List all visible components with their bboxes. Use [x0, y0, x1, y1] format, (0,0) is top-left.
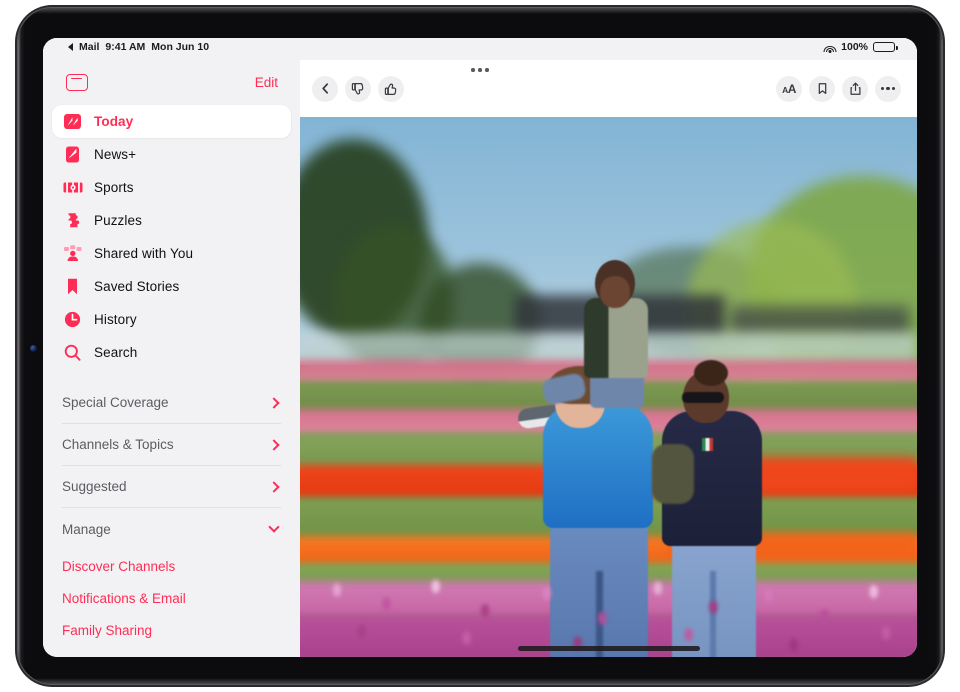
sports-field-icon — [62, 177, 83, 198]
sidebar-item-label: News+ — [94, 147, 136, 162]
status-time: 9:41 AM — [105, 41, 145, 53]
sidebar-link-discover-channels[interactable]: Discover Channels — [62, 550, 281, 582]
news-plus-icon — [62, 144, 83, 165]
home-indicator-bar[interactable] — [518, 646, 700, 651]
photo-man-shirt — [543, 403, 653, 528]
sidebar: Edit Today — [43, 38, 300, 657]
sidebar-link-notifications-email[interactable]: Notifications & Email — [62, 582, 281, 614]
sidebar-item-label: Search — [94, 345, 137, 360]
sidebar-group-channels-topics[interactable]: Channels & Topics — [62, 424, 281, 466]
sidebar-item-today[interactable]: Today — [52, 105, 291, 138]
sidebar-group-special-coverage[interactable]: Special Coverage — [62, 382, 281, 424]
foreground-tulips — [300, 571, 917, 657]
sidebar-item-news-plus[interactable]: News+ — [52, 138, 291, 171]
sidebar-item-label: Shared with You — [94, 246, 193, 261]
group-label: Suggested — [62, 479, 127, 494]
article-pane: The Bellingham Herald — [300, 38, 917, 657]
sidebar-group-manage[interactable]: Manage — [62, 508, 281, 550]
sidebar-item-puzzles[interactable]: Puzzles — [52, 204, 291, 237]
search-icon — [62, 342, 83, 363]
group-label: Channels & Topics — [62, 437, 174, 452]
sidebar-item-saved-stories[interactable]: Saved Stories — [52, 270, 291, 303]
sidebar-link-family-sharing[interactable]: Family Sharing — [62, 614, 281, 646]
back-app-label: Mail — [79, 41, 99, 53]
sidebar-nav-list: Today News+ — [43, 105, 300, 369]
sidebar-item-label: Puzzles — [94, 213, 142, 228]
sidebar-item-shared-with-you[interactable]: Shared with You — [52, 237, 291, 270]
photo-boy-jacket — [584, 298, 648, 378]
photo-woman-crest — [702, 438, 713, 451]
puzzle-piece-icon — [62, 210, 83, 231]
back-triangle-icon — [68, 43, 73, 51]
battery-full-icon — [873, 42, 895, 53]
sidebar-item-search[interactable]: Search — [52, 336, 291, 369]
sidebar-groups: Special Coverage Channels & Topics Sugge… — [43, 382, 300, 646]
chevron-right-icon — [268, 397, 279, 408]
sidebar-item-label: Sports — [94, 180, 134, 195]
apple-news-icon — [62, 111, 83, 132]
status-bar-right: 100% — [823, 41, 895, 53]
photo-woman-bag — [652, 444, 694, 504]
sidebar-item-label: Today — [94, 114, 133, 129]
text-size-icon: AA — [782, 83, 796, 95]
bookmark-icon — [62, 276, 83, 297]
ellipsis-icon — [881, 87, 896, 90]
sidebar-item-label: Saved Stories — [94, 279, 179, 294]
status-date: Mon Jun 10 — [151, 41, 209, 53]
sidebar-group-suggested[interactable]: Suggested — [62, 466, 281, 508]
ipad-device-frame: Mail 9:41 AM Mon Jun 10 100% Edit — [18, 8, 942, 684]
sidebar-item-label: History — [94, 312, 137, 327]
shared-with-you-icon — [62, 243, 83, 264]
photo-woman-hair — [694, 360, 728, 386]
chevron-right-icon — [268, 439, 279, 450]
sidebar-item-sports[interactable]: Sports — [52, 171, 291, 204]
group-label: Special Coverage — [62, 395, 169, 410]
battery-percent-label: 100% — [841, 41, 868, 53]
chevron-down-icon — [268, 521, 279, 532]
wifi-icon — [823, 42, 836, 52]
sidebar-item-history[interactable]: History — [52, 303, 291, 336]
photo-woman-sunglasses — [682, 392, 724, 403]
front-camera-icon — [30, 345, 37, 352]
clock-icon — [62, 309, 83, 330]
status-bar-left[interactable]: Mail 9:41 AM Mon Jun 10 — [68, 41, 209, 53]
multitasking-dots-icon[interactable] — [43, 60, 917, 80]
photo-boy-face — [600, 276, 630, 308]
hero-photo[interactable] — [300, 117, 917, 657]
group-label: Manage — [62, 522, 111, 537]
status-bar: Mail 9:41 AM Mon Jun 10 100% — [43, 38, 917, 60]
ipad-screen: Mail 9:41 AM Mon Jun 10 100% Edit — [43, 38, 917, 657]
chevron-right-icon — [268, 481, 279, 492]
